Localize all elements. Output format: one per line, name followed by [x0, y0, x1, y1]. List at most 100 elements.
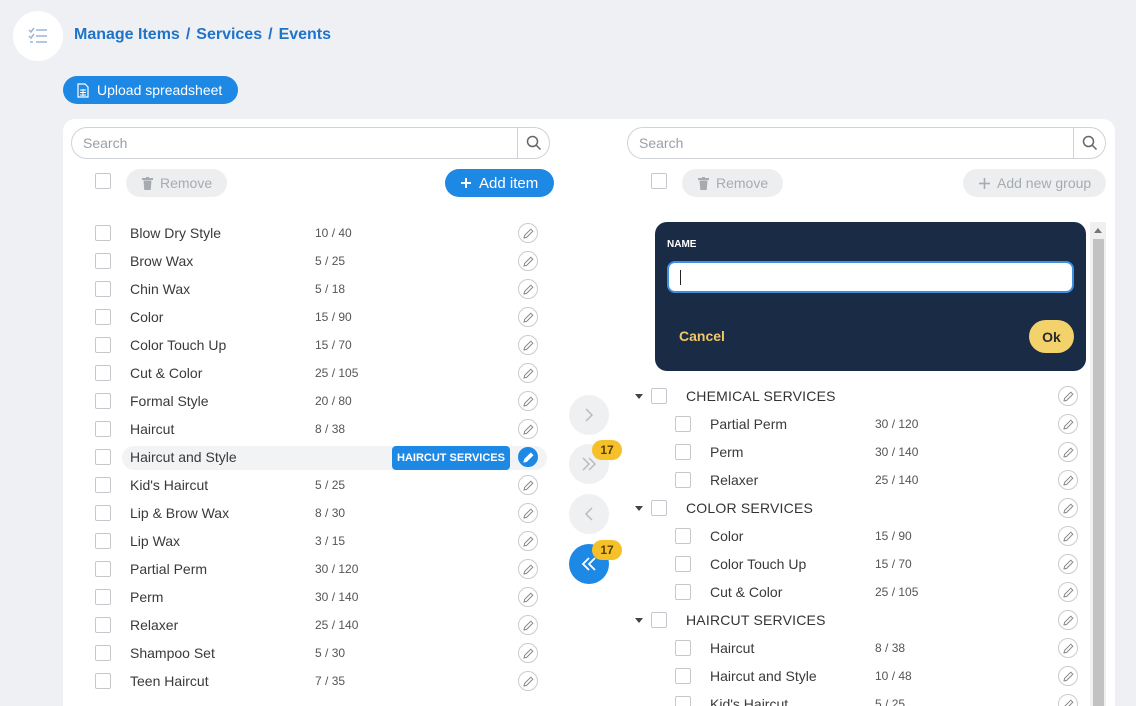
item-checkbox[interactable] — [95, 337, 111, 353]
list-item[interactable]: Color Touch Up 15 / 70 — [0, 552, 1090, 576]
item-duration-price: 25 / 140 — [875, 473, 918, 487]
pencil-icon — [1062, 474, 1074, 486]
item-checkbox[interactable] — [675, 584, 691, 600]
group-checkbox[interactable] — [651, 612, 667, 628]
item-name: Haircut and Style — [710, 668, 817, 684]
edit-button[interactable] — [518, 363, 538, 383]
item-checkbox[interactable] — [95, 253, 111, 269]
item-duration-price: 10 / 40 — [315, 226, 352, 240]
item-checkbox[interactable] — [95, 225, 111, 241]
right-search-input[interactable]: Search — [628, 135, 1073, 151]
caret-down-icon[interactable] — [635, 506, 643, 511]
edit-button[interactable] — [1058, 610, 1078, 630]
list-item[interactable]: Brow Wax 5 / 25 — [0, 249, 560, 273]
item-checkbox[interactable] — [95, 281, 111, 297]
item-checkbox[interactable] — [95, 309, 111, 325]
item-duration: 25 — [875, 473, 889, 487]
group-row[interactable]: COLOR SERVICES — [0, 496, 1090, 520]
edit-button[interactable] — [1058, 414, 1078, 434]
edit-button[interactable] — [1058, 442, 1078, 462]
breadcrumb-item[interactable]: Events — [279, 26, 331, 44]
left-remove-button[interactable]: Remove — [126, 169, 228, 197]
item-checkbox[interactable] — [675, 668, 691, 684]
list-item[interactable]: Chin Wax 5 / 18 — [0, 277, 560, 301]
edit-button[interactable] — [1058, 582, 1078, 602]
item-duration-price: 15 / 90 — [875, 529, 912, 543]
checklist-icon[interactable] — [13, 11, 63, 61]
caret-down-icon[interactable] — [635, 618, 643, 623]
item-checkbox[interactable] — [675, 556, 691, 572]
remove-label: Remove — [160, 175, 213, 191]
edit-button[interactable] — [1058, 470, 1078, 490]
left-search-input[interactable]: Search — [72, 135, 517, 151]
upload-spreadsheet-button[interactable]: Upload spreadsheet — [63, 76, 239, 104]
breadcrumb-item[interactable]: Manage Items — [74, 26, 180, 44]
pencil-icon — [522, 367, 534, 379]
list-item[interactable]: Blow Dry Style 10 / 40 — [0, 221, 560, 245]
edit-button[interactable] — [518, 335, 538, 355]
edit-button[interactable] — [1058, 386, 1078, 406]
item-checkbox[interactable] — [675, 416, 691, 432]
scrollbar-thumb[interactable] — [1093, 239, 1104, 706]
qty-separator: / — [888, 473, 899, 487]
edit-button[interactable] — [518, 251, 538, 271]
list-item[interactable]: Perm 30 / 140 — [0, 440, 1090, 464]
edit-button[interactable] — [1058, 498, 1078, 518]
edit-button[interactable] — [1058, 638, 1078, 658]
edit-button[interactable] — [1058, 666, 1078, 686]
list-item[interactable]: Cut & Color 25 / 105 — [0, 361, 560, 385]
pencil-icon — [1062, 558, 1074, 570]
item-duration-price: 8 / 38 — [875, 641, 905, 655]
list-item[interactable]: Haircut and Style 10 / 48 — [0, 664, 1090, 688]
add-new-group-button[interactable]: Add new group — [963, 169, 1107, 197]
edit-button[interactable] — [518, 307, 538, 327]
edit-button[interactable] — [518, 223, 538, 243]
list-item[interactable]: Color 15 / 90 — [0, 305, 560, 329]
group-name: CHEMICAL SERVICES — [686, 388, 836, 404]
qty-separator: / — [888, 445, 899, 459]
qty-separator: / — [888, 669, 899, 683]
edit-button[interactable] — [518, 279, 538, 299]
trash-icon — [142, 176, 153, 190]
item-name: Color Touch Up — [710, 556, 807, 572]
item-checkbox[interactable] — [95, 365, 111, 381]
breadcrumb-item[interactable]: Services — [196, 26, 262, 44]
ok-button[interactable]: Ok — [1029, 320, 1074, 353]
item-checkbox[interactable] — [675, 640, 691, 656]
list-item[interactable]: Color Touch Up 15 / 70 — [0, 333, 560, 357]
item-price: 48 — [898, 669, 912, 683]
group-row[interactable]: HAIRCUT SERVICES — [0, 608, 1090, 632]
item-duration-price: 15 / 70 — [875, 557, 912, 571]
select-all-checkbox[interactable] — [95, 173, 111, 189]
group-checkbox[interactable] — [651, 388, 667, 404]
add-item-button[interactable]: Add item — [445, 169, 555, 197]
item-duration: 5 — [315, 282, 322, 296]
right-remove-button[interactable]: Remove — [682, 169, 784, 197]
edit-button[interactable] — [1058, 694, 1078, 706]
scroll-up-icon[interactable] — [1090, 222, 1106, 238]
list-item[interactable]: Haircut 8 / 38 — [0, 636, 1090, 660]
pencil-icon — [522, 283, 534, 295]
qty-separator: / — [881, 697, 892, 706]
group-checkbox[interactable] — [651, 500, 667, 516]
list-item[interactable]: Kid's Haircut 5 / 25 — [0, 692, 1090, 706]
edit-button[interactable] — [1058, 526, 1078, 546]
search-icon[interactable] — [517, 128, 549, 158]
group-row[interactable]: CHEMICAL SERVICES — [0, 384, 1090, 408]
list-item[interactable]: Relaxer 25 / 140 — [0, 468, 1090, 492]
list-item[interactable]: Color 15 / 90 — [0, 524, 1090, 548]
list-item[interactable]: Cut & Color 25 / 105 — [0, 580, 1090, 604]
search-icon[interactable] — [1073, 128, 1105, 158]
list-item[interactable]: Partial Perm 30 / 120 — [0, 412, 1090, 436]
group-name-input[interactable] — [667, 261, 1074, 293]
caret-down-icon[interactable] — [635, 394, 643, 399]
select-all-checkbox[interactable] — [651, 173, 667, 189]
item-checkbox[interactable] — [675, 528, 691, 544]
edit-button[interactable] — [1058, 554, 1078, 574]
new-group-dialog: NAME Cancel Ok — [655, 222, 1086, 371]
item-checkbox[interactable] — [675, 444, 691, 460]
item-checkbox[interactable] — [675, 696, 691, 706]
item-price: 105 — [898, 585, 919, 599]
cancel-button[interactable]: Cancel — [679, 328, 725, 344]
item-checkbox[interactable] — [675, 472, 691, 488]
